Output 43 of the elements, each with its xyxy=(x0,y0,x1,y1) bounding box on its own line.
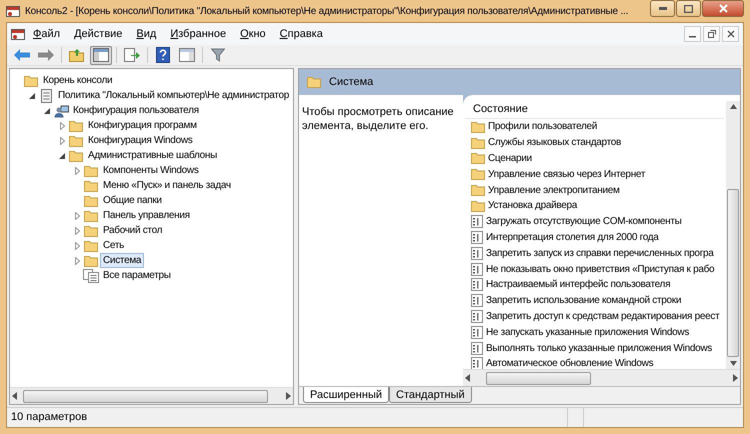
list-item[interactable]: Установка драйвера xyxy=(488,198,578,214)
list-item[interactable]: Запретить запуск из справки перечисленных програ xyxy=(486,246,714,261)
list-item[interactable]: Не запускать указанные приложения Windows xyxy=(486,324,690,340)
tree-item[interactable]: Компоненты Windows xyxy=(100,163,202,178)
description-text: Чтобы просмотреть описание элемента, выделите его. xyxy=(302,105,455,133)
list-item[interactable]: Сценарии xyxy=(488,150,532,166)
menu-item[interactable]: Окно xyxy=(234,26,272,42)
list-item[interactable]: Не показывать окно приветствия «Приступая к рабо xyxy=(486,262,714,277)
menu-item[interactable]: Вид xyxy=(130,26,162,42)
tree-item[interactable]: Политика "Локальный компьютер\Не администратор xyxy=(55,88,292,103)
list-item[interactable]: Управление связью через Интернет xyxy=(488,166,646,182)
tree-item[interactable]: Панель управления xyxy=(100,208,193,223)
tree-item[interactable]: Корень консоли xyxy=(40,73,116,88)
menu-item[interactable]: Действие xyxy=(68,26,128,42)
tree-item[interactable]: Конфигурация программ xyxy=(85,118,200,133)
pane-title: Система xyxy=(329,74,374,90)
list-item[interactable]: Интерпретация столетия для 2000 года xyxy=(486,230,659,245)
list-item[interactable]: Запретить доступ к средствам редактирования реест xyxy=(486,308,720,324)
tree-item[interactable]: Административные шаблоны xyxy=(85,148,220,163)
status-text: 10 параметров xyxy=(10,410,88,426)
menu-item[interactable]: Справка xyxy=(274,26,329,42)
tree-item[interactable]: Конфигурация Windows xyxy=(85,133,196,148)
list-item[interactable]: Запретить использование командной строки xyxy=(486,293,682,308)
list-item[interactable]: Настраиваемый интерфейс пользователя xyxy=(486,277,670,292)
list-item[interactable]: Загружать отсутствующие COM-компоненты xyxy=(486,214,682,230)
view-tab[interactable]: Расширенный xyxy=(303,387,389,403)
list-item[interactable]: Профили пользователей xyxy=(488,119,598,134)
tree-item[interactable]: Система xyxy=(100,253,144,268)
menu-item[interactable]: Файл xyxy=(27,26,66,42)
list-item[interactable]: Управление электропитанием xyxy=(488,182,620,198)
tree-item[interactable]: Конфигурация пользователя xyxy=(70,103,202,118)
list-item[interactable]: Выполнять только указанные приложения Windows xyxy=(486,340,712,356)
list-item[interactable]: Автоматическое обновление Windows xyxy=(486,356,654,369)
list-item[interactable]: Службы языковых стандартов xyxy=(488,135,622,150)
tree-item[interactable]: Рабочий стол xyxy=(100,223,166,238)
tree-item[interactable]: Меню «Пуск» и панель задач xyxy=(100,178,234,193)
column-header[interactable]: Состояние xyxy=(465,101,724,119)
tree-item[interactable]: Сеть xyxy=(100,238,128,253)
view-tab[interactable]: Стандартный xyxy=(389,387,472,403)
menu-item[interactable]: Избранное xyxy=(164,26,232,42)
tree-item[interactable]: Все параметры xyxy=(100,268,174,283)
tree-item[interactable]: Общие папки xyxy=(100,193,165,208)
window-title: Консоль2 - [Корень консоли\Политика "Локальный компьютер\Не администраторы"\Конфигурация пользователя\Административные ... xyxy=(25,4,628,18)
